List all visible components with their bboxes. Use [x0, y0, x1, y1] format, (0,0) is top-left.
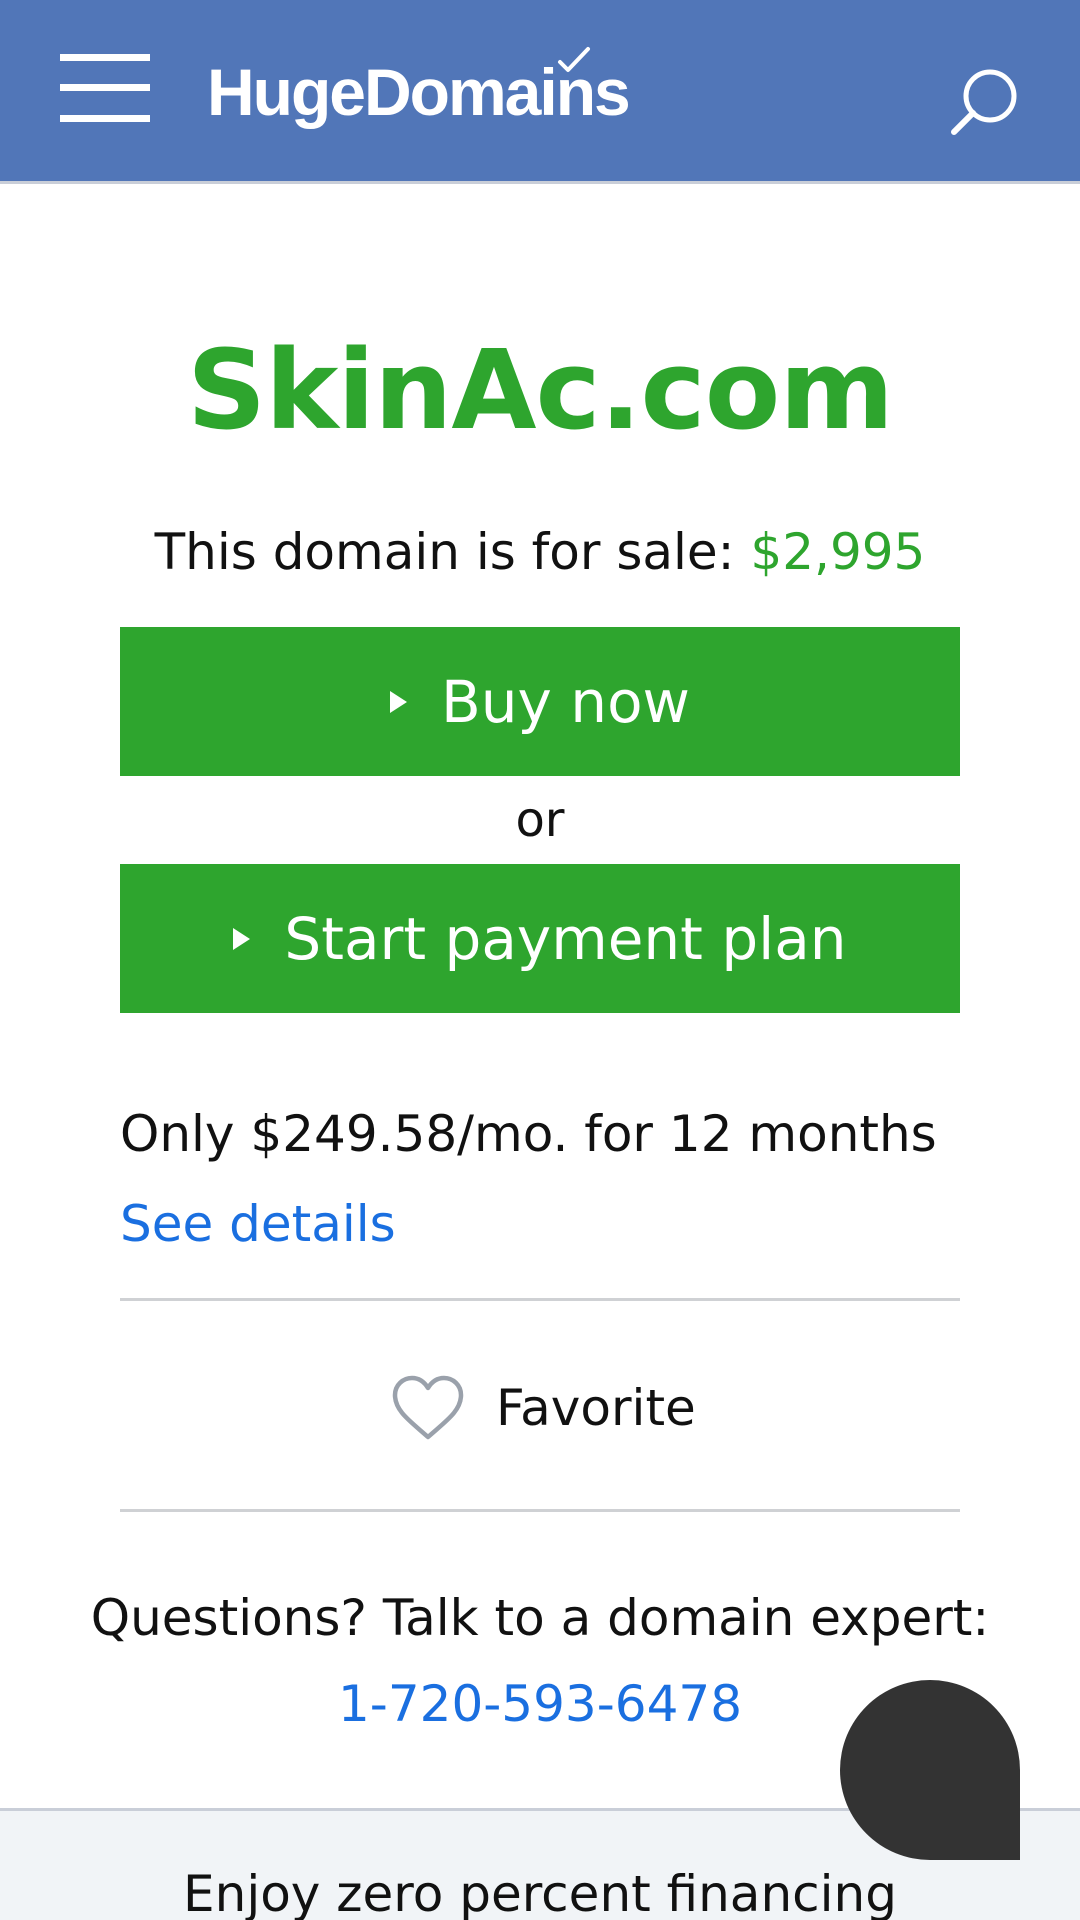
brand-logo[interactable]: HugeDomains: [207, 47, 631, 132]
hamburger-menu-icon[interactable]: [60, 54, 150, 124]
domain-expert-prompt: Questions? Talk to a domain expert:: [90, 1589, 990, 1647]
search-icon[interactable]: [948, 66, 1020, 138]
play-arrow-icon: [390, 690, 407, 713]
financing-text: Enjoy zero percent financing: [183, 1865, 897, 1920]
buy-now-label: Buy now: [441, 667, 690, 736]
top-navigation-bar: HugeDomains: [0, 0, 1080, 184]
logo-checkmark-icon: [558, 47, 590, 72]
domain-price: $2,995: [750, 523, 926, 581]
for-sale-line: This domain is for sale: $2,995: [0, 520, 1080, 584]
divider: [120, 1298, 960, 1301]
buy-now-button[interactable]: Buy now: [120, 627, 960, 776]
play-arrow-icon: [233, 927, 251, 950]
heart-icon: [392, 1375, 464, 1440]
payment-plan-label: Start payment plan: [284, 904, 847, 973]
divider: [120, 1509, 960, 1512]
start-payment-plan-button[interactable]: Start payment plan: [120, 864, 960, 1013]
favorite-label: Favorite: [496, 1379, 696, 1437]
monthly-payment-text: Only $249.58/mo. for 12 months: [120, 1105, 937, 1163]
for-sale-text: This domain is for sale:: [154, 523, 735, 581]
domain-name-title: SkinAc.com: [187, 326, 894, 454]
favorite-button[interactable]: Favorite: [390, 1368, 696, 1448]
or-separator-text: or: [515, 792, 565, 848]
see-details-link[interactable]: See details: [120, 1192, 396, 1256]
chat-bubble-icon[interactable]: [840, 1680, 1020, 1860]
